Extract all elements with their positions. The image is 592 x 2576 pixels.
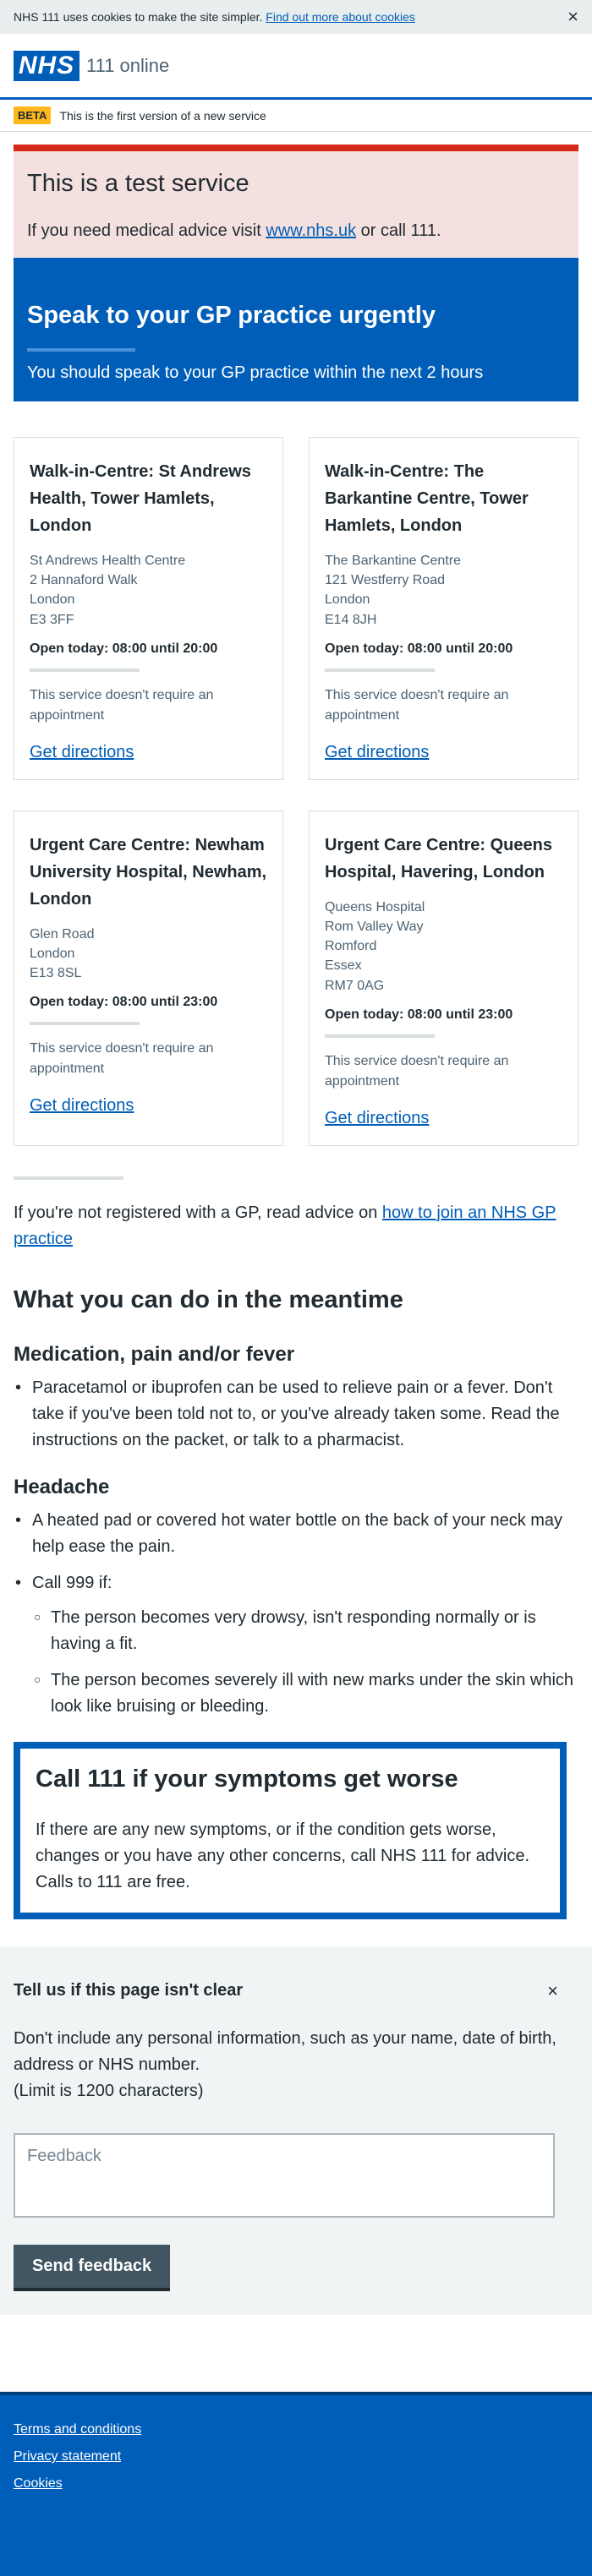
terms-link[interactable]: Terms and conditions: [14, 2422, 578, 2437]
cookie-banner: NHS 111 uses cookies to make the site si…: [0, 0, 592, 34]
beta-text: This is the first version of a new servi…: [59, 108, 266, 123]
get-directions-link[interactable]: Get directions: [30, 1096, 134, 1115]
list-item: The person becomes severely ill with new…: [32, 1667, 578, 1720]
headache-list: A heated pad or covered hot water bottle…: [14, 1508, 578, 1720]
beta-banner: BETA This is the first version of a new …: [0, 100, 592, 132]
opening-hours: Open today: 08:00 until 20:00: [30, 641, 218, 656]
nhs-logo[interactable]: NHS: [14, 50, 79, 81]
feedback-section: Tell us if this page isn't clear × Don't…: [0, 1946, 592, 2315]
service-address: St Andrews Health Centre 2 Hannaford Wal…: [30, 554, 186, 627]
self-care-section: What you can do in the meantime Medicati…: [14, 1286, 578, 1720]
divider: [325, 668, 435, 672]
divider: [30, 668, 140, 672]
send-feedback-button[interactable]: Send feedback: [14, 2244, 171, 2291]
service-address: Glen Road London E13 8SL: [30, 926, 95, 981]
medication-list: Paracetamol or ibuprofen can be used to …: [14, 1375, 578, 1454]
close-icon[interactable]: ×: [547, 1980, 558, 2002]
service-name: Urgent Care Centre: Queens Hospital, Hav…: [325, 835, 552, 881]
worsening-title: Call 111 if your symptoms get worse: [36, 1765, 458, 1793]
feedback-limit: (Limit is 1200 characters): [14, 2081, 204, 2100]
site-footer: Terms and conditions Privacy statement C…: [0, 2392, 592, 2576]
opening-hours: Open today: 08:00 until 20:00: [325, 641, 513, 656]
feedback-info: Don't include any personal information, …: [14, 2028, 556, 2074]
list-item: A heated pad or covered hot water bottle…: [14, 1508, 578, 1560]
test-service-banner: This is a test service If you need medic…: [14, 145, 578, 258]
service-address: The Barkantine Centre 121 Westferry Road…: [325, 554, 461, 627]
service-name: Urgent Care Centre: Newham University Ho…: [30, 835, 267, 909]
divider: [14, 1176, 123, 1180]
close-icon[interactable]: ×: [567, 8, 578, 26]
cookie-banner-message: NHS 111 uses cookies to make the site si…: [14, 10, 415, 24]
opening-hours: Open today: 08:00 until 23:00: [30, 995, 218, 1010]
service-card: Urgent Care Centre: Queens Hospital, Hav…: [309, 810, 578, 1146]
emergency-signs-list: The person becomes very drowsy, isn't re…: [32, 1605, 578, 1720]
page-subtitle: You should speak to your GP practice wit…: [27, 363, 484, 382]
opening-hours: Open today: 08:00 until 23:00: [325, 1007, 513, 1022]
divider: [27, 348, 135, 352]
page-title: Speak to your GP practice urgently: [27, 302, 436, 329]
headache-heading: Headache: [14, 1475, 110, 1498]
test-banner-text: If you need medical advice visit www.nhs…: [27, 221, 441, 240]
cookies-link[interactable]: Cookies: [14, 2476, 578, 2491]
service-list: Walk-in-Centre: St Andrews Health, Tower…: [14, 437, 578, 1146]
get-directions-link[interactable]: Get directions: [30, 743, 134, 761]
worsening-advice-box: Call 111 if your symptoms get worse If t…: [14, 1741, 567, 1919]
service-name: Walk-in-Centre: The Barkantine Centre, T…: [325, 462, 529, 535]
list-item: Call 999 if: The person becomes very dro…: [14, 1570, 578, 1720]
gp-registration-advice: If you're not registered with a GP, read…: [14, 1203, 556, 1248]
self-care-title: What you can do in the meantime: [14, 1285, 403, 1313]
feedback-title: Tell us if this page isn't clear: [14, 1981, 244, 2000]
nhs-uk-link[interactable]: www.nhs.uk: [266, 221, 356, 240]
appointment-info: This service doesn't require an appointm…: [30, 687, 214, 723]
list-item: Paracetamol or ibuprofen can be used to …: [14, 1375, 578, 1454]
get-directions-link[interactable]: Get directions: [325, 743, 429, 761]
privacy-link[interactable]: Privacy statement: [14, 2449, 578, 2464]
appointment-info: This service doesn't require an appointm…: [30, 1041, 214, 1077]
service-card: Walk-in-Centre: The Barkantine Centre, T…: [309, 437, 578, 780]
list-item: The person becomes very drowsy, isn't re…: [32, 1605, 578, 1657]
service-address: Queens Hospital Rom Valley Way Romford E…: [325, 899, 425, 993]
test-banner-title: This is a test service: [27, 170, 249, 197]
feedback-input[interactable]: [14, 2132, 555, 2218]
divider: [30, 1022, 140, 1026]
divider: [325, 1034, 435, 1038]
care-advice-banner: Speak to your GP practice urgently You s…: [14, 258, 578, 401]
medication-heading: Medication, pain and/or fever: [14, 1342, 295, 1366]
appointment-info: This service doesn't require an appointm…: [325, 687, 509, 723]
beta-tag: BETA: [14, 106, 52, 124]
service-card: Walk-in-Centre: St Andrews Health, Tower…: [14, 437, 283, 780]
cookie-banner-text: NHS 111 uses cookies to make the site si…: [14, 10, 263, 24]
feedback-header: Tell us if this page isn't clear ×: [14, 1980, 578, 2002]
service-card: Urgent Care Centre: Newham University Ho…: [14, 810, 283, 1146]
worsening-text: If there are any new symptoms, or if the…: [36, 1820, 530, 1891]
cookie-info-link[interactable]: Find out more about cookies: [266, 10, 415, 24]
service-name: 111 online: [86, 54, 170, 76]
appointment-info: This service doesn't require an appointm…: [325, 1053, 509, 1089]
get-directions-link[interactable]: Get directions: [325, 1109, 429, 1127]
service-name: Walk-in-Centre: St Andrews Health, Tower…: [30, 462, 251, 535]
site-header: NHS 111 online: [0, 34, 592, 100]
